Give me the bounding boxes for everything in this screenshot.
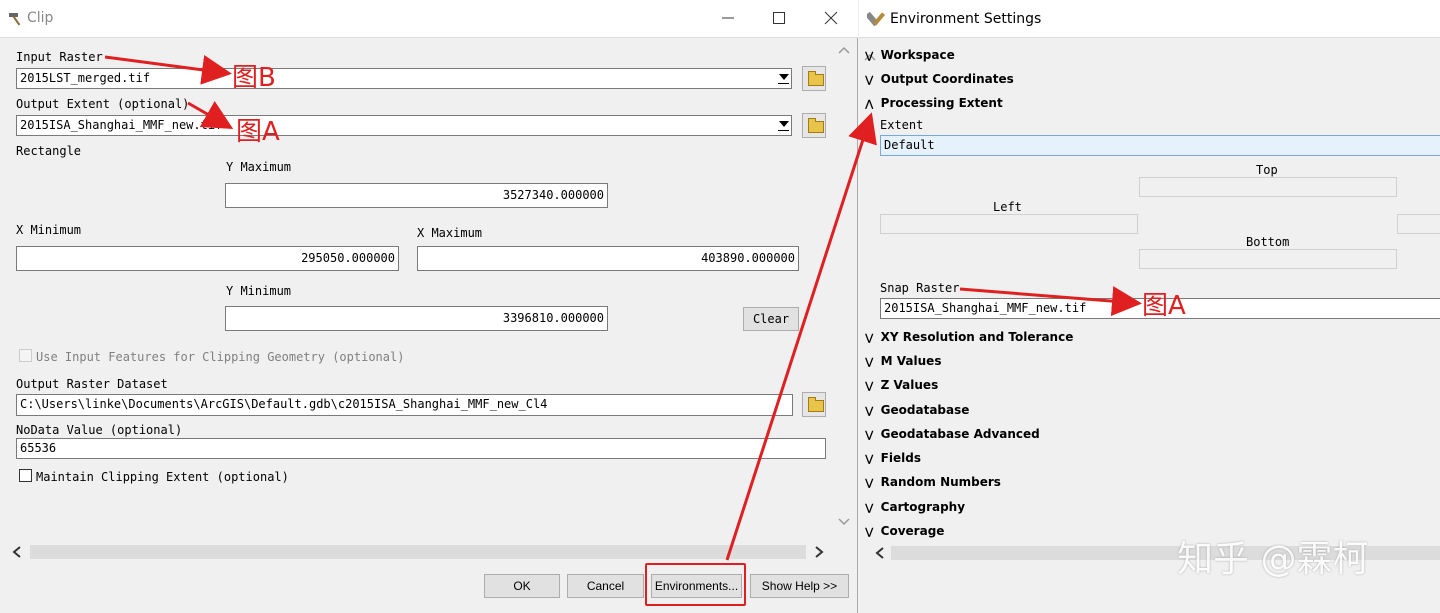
chevron-down-icon: ⋁ (865, 527, 874, 538)
chevron-down-icon: ⋁ (865, 51, 874, 62)
section-m-values[interactable]: ⋁ M Values (865, 354, 941, 368)
chevron-down-icon: ⋁ (865, 333, 874, 344)
y-min-value: 3396810.000000 (502, 311, 604, 325)
output-extent-browse-button[interactable] (802, 113, 826, 138)
ok-button[interactable]: OK (484, 574, 560, 598)
chevron-down-icon: ⋁ (865, 75, 874, 86)
extent-dropdown[interactable]: Default (880, 135, 1440, 156)
nodata-field[interactable]: 65536 (16, 438, 826, 459)
chevron-down-icon (779, 121, 789, 127)
y-max-value: 3527340.000000 (502, 188, 604, 202)
snap-raster-label: Snap Raster (880, 281, 960, 295)
extent-label: Extent (880, 118, 924, 132)
close-icon[interactable] (823, 10, 839, 26)
x-max-value: 403890.000000 (701, 251, 795, 265)
chevron-down-icon: ⋁ (865, 503, 874, 514)
minimize-icon[interactable] (720, 10, 736, 26)
x-min-label: X Minimum (16, 223, 82, 237)
section-random-numbers[interactable]: ⋁ Random Numbers (865, 475, 1001, 489)
output-extent-value: 2015ISA_Shanghai_MMF_new.tif (20, 118, 223, 132)
output-raster-label: Output Raster Dataset (16, 377, 168, 391)
chevron-down-icon: ⋁ (865, 454, 874, 465)
x-max-label: X Maximum (417, 226, 483, 240)
input-raster-label: Input Raster (16, 50, 103, 64)
nodata-label: NoData Value (optional) (16, 423, 183, 437)
output-raster-browse-button[interactable] (802, 392, 826, 417)
env-scroll-left-icon[interactable] (873, 546, 887, 560)
left-field[interactable] (880, 214, 1138, 234)
section-workspace[interactable]: ⋁ Workspace (865, 48, 955, 62)
x-max-field[interactable]: 403890.000000 (417, 246, 799, 271)
rectangle-label: Rectangle (16, 144, 82, 158)
env-title: Environment Settings (890, 11, 1042, 27)
folder-icon (808, 71, 824, 86)
environments-highlight (645, 563, 746, 606)
clear-button[interactable]: Clear (743, 307, 799, 331)
x-min-field[interactable]: 295050.000000 (16, 246, 399, 271)
use-input-features-checkbox[interactable] (19, 349, 32, 362)
scroll-left-icon[interactable] (10, 545, 24, 559)
y-min-label: Y Minimum (226, 284, 292, 298)
clip-titlebar: Clip (0, 0, 858, 38)
y-min-field[interactable]: 3396810.000000 (225, 306, 608, 331)
chevron-down-icon: ⋁ (865, 381, 874, 392)
watermark: 知乎 @霖柯 (1177, 539, 1369, 580)
output-extent-dropdown[interactable]: 2015ISA_Shanghai_MMF_new.tif (16, 115, 792, 136)
tools-icon (865, 10, 886, 28)
top-label: Top (1256, 163, 1278, 177)
output-raster-value: C:\Users\linke\Documents\ArcGIS\Default.… (20, 397, 548, 411)
clip-title: Clip (27, 10, 54, 26)
chevron-down-icon (779, 74, 789, 80)
annotation-label-b: 图B (232, 63, 276, 93)
snap-raster-value: 2015ISA_Shanghai_MMF_new.tif (884, 301, 1087, 315)
use-input-features-label: Use Input Features for Clipping Geometry… (36, 350, 405, 364)
maintain-extent-label: Maintain Clipping Extent (optional) (36, 470, 289, 484)
clip-dialog: Clip Input Raster 2015LST_merged.tif Out… (0, 0, 858, 613)
chevron-down-icon: ⋁ (865, 406, 874, 417)
folder-icon (808, 397, 824, 412)
nodata-value: 65536 (20, 441, 57, 455)
clip-horizontal-scrollbar[interactable] (10, 543, 828, 561)
annotation-label-a-snap: 图A (1142, 291, 1186, 321)
extent-value: Default (884, 138, 935, 152)
annotation-label-a: 图A (236, 117, 280, 147)
bottom-field[interactable] (1139, 249, 1397, 269)
input-raster-dropdown[interactable]: 2015LST_merged.tif (16, 68, 792, 89)
output-extent-label: Output Extent (optional) (16, 97, 190, 111)
bottom-label: Bottom (1246, 235, 1290, 249)
output-raster-field[interactable]: C:\Users\linke\Documents\ArcGIS\Default.… (16, 394, 793, 416)
chevron-down-icon: ⋁ (865, 430, 874, 441)
show-help-button[interactable]: Show Help >> (750, 574, 849, 598)
chevron-down-icon: ⋁ (865, 357, 874, 368)
folder-icon (808, 118, 824, 133)
maximize-icon[interactable] (771, 10, 787, 26)
maintain-extent-checkbox[interactable] (19, 469, 32, 482)
chevron-down-icon: ⋁ (865, 478, 874, 489)
section-processing-extent[interactable]: ⋀ Processing Extent (865, 96, 1003, 110)
section-cartography[interactable]: ⋁ Cartography (865, 500, 965, 514)
scroll-down-icon[interactable] (836, 515, 852, 529)
top-field[interactable] (1139, 177, 1397, 197)
input-raster-browse-button[interactable] (802, 66, 826, 91)
section-geodatabase-advanced[interactable]: ⋁ Geodatabase Advanced (865, 427, 1040, 441)
right-field[interactable] (1397, 214, 1440, 234)
input-raster-value: 2015LST_merged.tif (20, 71, 151, 85)
hammer-icon (7, 10, 25, 28)
section-z-values[interactable]: ⋁ Z Values (865, 378, 938, 392)
y-max-field[interactable]: 3527340.000000 (225, 183, 608, 208)
cancel-button[interactable]: Cancel (567, 574, 644, 598)
section-output-coordinates[interactable]: ⋁ Output Coordinates (865, 72, 1014, 86)
section-coverage[interactable]: ⋁ Coverage (865, 524, 944, 538)
env-titlebar: Environment Settings (859, 0, 1440, 38)
section-fields[interactable]: ⋁ Fields (865, 451, 921, 465)
scroll-up-icon[interactable] (836, 43, 852, 57)
section-xy-resolution[interactable]: ⋁ XY Resolution and Tolerance (865, 330, 1073, 344)
scroll-thumb[interactable] (30, 545, 806, 559)
x-min-value: 295050.000000 (301, 251, 395, 265)
y-max-label: Y Maximum (226, 160, 292, 174)
chevron-up-icon: ⋀ (865, 99, 874, 110)
section-geodatabase[interactable]: ⋁ Geodatabase (865, 403, 969, 417)
scroll-right-icon[interactable] (812, 545, 826, 559)
left-label: Left (993, 200, 1022, 214)
